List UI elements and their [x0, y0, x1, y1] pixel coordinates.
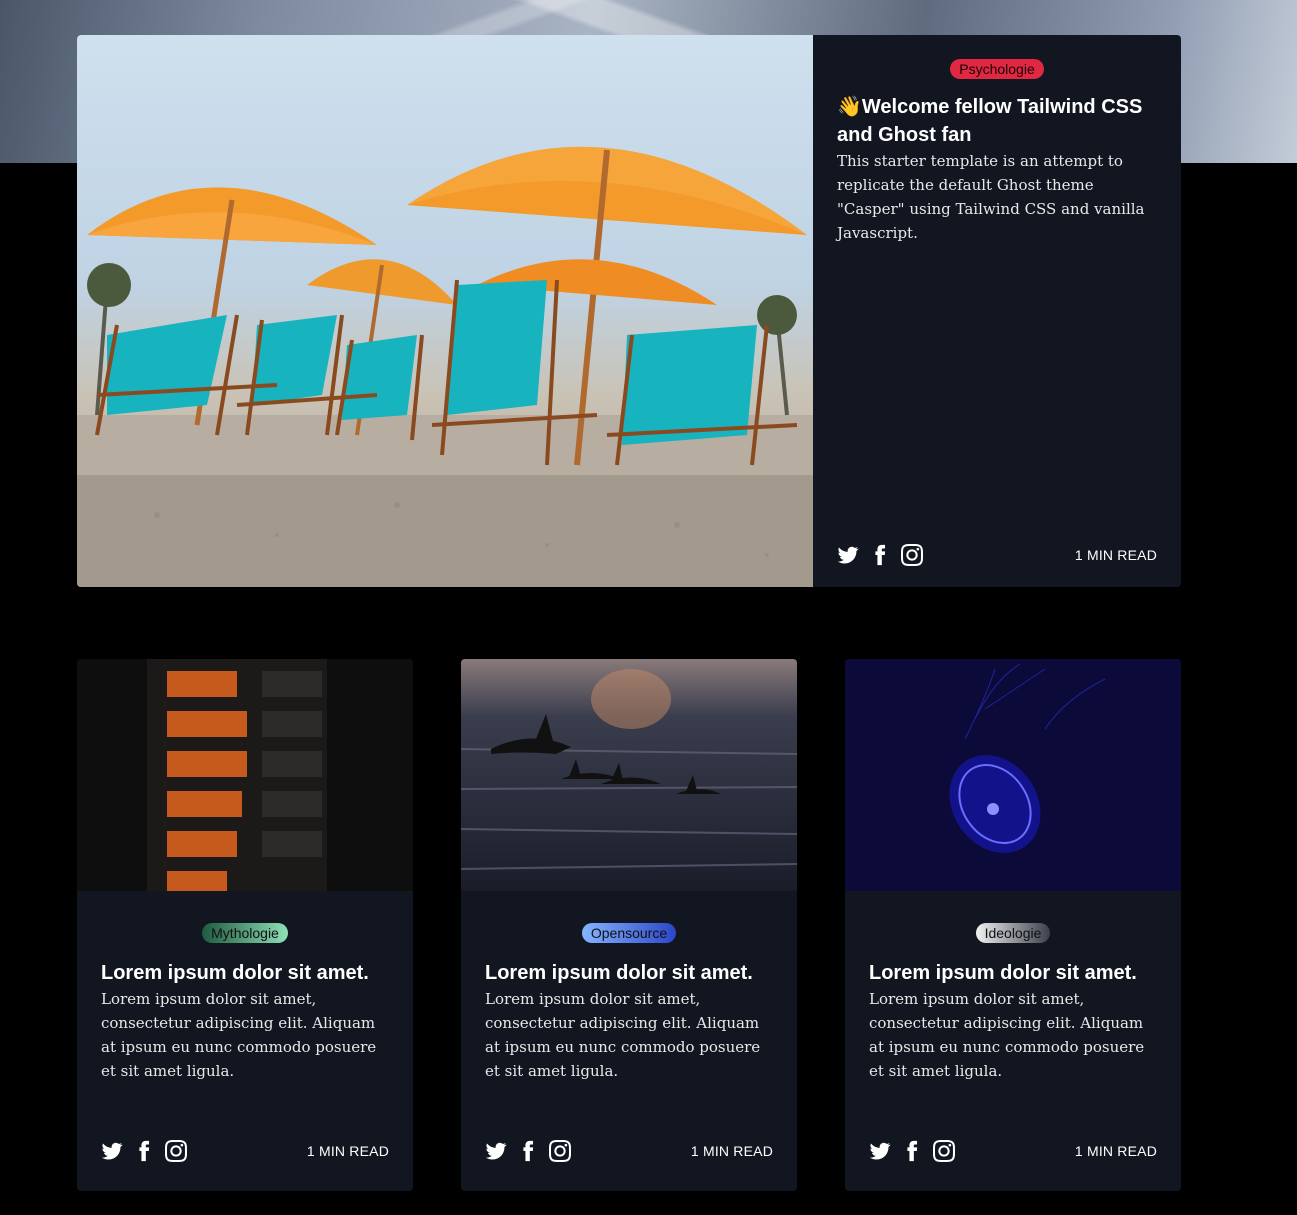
post-title[interactable]: Lorem ipsum dolor sit amet. — [101, 959, 389, 987]
twitter-icon[interactable] — [837, 544, 859, 566]
post-card[interactable]: Ideologie Lorem ipsum dolor sit amet. Lo… — [845, 659, 1181, 1191]
featured-post-image[interactable] — [77, 35, 813, 587]
twitter-icon[interactable] — [869, 1140, 891, 1162]
instagram-icon[interactable] — [933, 1140, 955, 1162]
post-card[interactable]: Opensource Lorem ipsum dolor sit amet. L… — [461, 659, 797, 1191]
post-card-content: Opensource Lorem ipsum dolor sit amet. L… — [461, 891, 797, 1083]
facebook-icon[interactable] — [869, 544, 891, 566]
social-share-icons — [837, 544, 923, 566]
building-windows-image — [77, 659, 413, 891]
post-excerpt: Lorem ipsum dolor sit amet, consectetur … — [869, 990, 1145, 1080]
post-card[interactable]: Mythologie Lorem ipsum dolor sit amet. L… — [77, 659, 413, 1191]
tag-badge[interactable]: Ideologie — [975, 923, 1051, 943]
post-image[interactable] — [77, 659, 413, 891]
featured-post-content: Psychologie 👋Welcome fellow Tailwind CSS… — [813, 35, 1181, 587]
social-share-icons — [485, 1140, 571, 1162]
post-image[interactable] — [845, 659, 1181, 891]
read-time: 1 MIN READ — [1074, 547, 1157, 563]
post-footer: 1 MIN READ — [461, 1111, 797, 1191]
instagram-icon[interactable] — [901, 544, 923, 566]
post-excerpt: This starter template is an attempt to r… — [837, 152, 1145, 242]
tag-badge[interactable]: Psychologie — [950, 59, 1044, 79]
social-share-icons — [869, 1140, 955, 1162]
post-excerpt: Lorem ipsum dolor sit amet, consectetur … — [101, 990, 377, 1080]
tag-badge[interactable]: Mythologie — [202, 923, 288, 943]
beach-umbrellas-image — [77, 146, 813, 587]
post-footer: 1 MIN READ — [77, 1111, 413, 1191]
tag-badge[interactable]: Opensource — [581, 923, 677, 943]
post-card-content: Mythologie Lorem ipsum dolor sit amet. L… — [77, 891, 413, 1083]
facebook-icon[interactable] — [901, 1140, 923, 1162]
post-title[interactable]: Lorem ipsum dolor sit amet. — [869, 959, 1157, 987]
post-card-content: Ideologie Lorem ipsum dolor sit amet. Lo… — [845, 891, 1181, 1083]
post-image[interactable] — [461, 659, 797, 891]
instagram-icon[interactable] — [165, 1140, 187, 1162]
post-footer: 1 MIN READ — [813, 523, 1181, 587]
post-title[interactable]: Lorem ipsum dolor sit amet. — [485, 959, 773, 987]
read-time: 1 MIN READ — [1074, 1143, 1157, 1159]
instagram-icon[interactable] — [549, 1140, 571, 1162]
twitter-icon[interactable] — [101, 1140, 123, 1162]
post-title[interactable]: 👋Welcome fellow Tailwind CSS and Ghost f… — [837, 93, 1157, 149]
featured-post-card[interactable]: Psychologie 👋Welcome fellow Tailwind CSS… — [77, 35, 1181, 587]
read-time: 1 MIN READ — [690, 1143, 773, 1159]
read-time: 1 MIN READ — [306, 1143, 389, 1159]
post-excerpt: Lorem ipsum dolor sit amet, consectetur … — [485, 990, 761, 1080]
jellyfish-image — [845, 659, 1181, 891]
orca-sea-image — [461, 659, 797, 891]
twitter-icon[interactable] — [485, 1140, 507, 1162]
facebook-icon[interactable] — [133, 1140, 155, 1162]
post-footer: 1 MIN READ — [845, 1111, 1181, 1191]
social-share-icons — [101, 1140, 187, 1162]
facebook-icon[interactable] — [517, 1140, 539, 1162]
